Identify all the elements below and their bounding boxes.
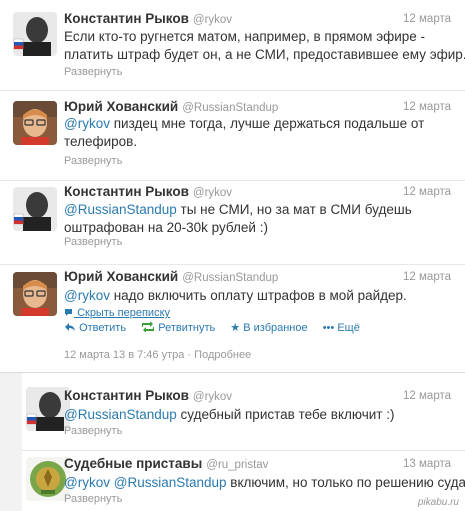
mention-link[interactable]: @RussianStandup <box>114 475 227 490</box>
tweet-text: @RussianStandup судебный пристав тебе вк… <box>64 407 395 422</box>
tweet-date[interactable]: 12 марта <box>403 390 451 402</box>
author-name[interactable]: Судебные приставы @ru_pristav <box>64 456 268 471</box>
tweet-4[interactable]: Юрий Хованский @RussianStandup 12 марта @… <box>0 265 465 373</box>
author-name[interactable]: Юрий Хованский @RussianStandup <box>64 269 278 284</box>
author-name[interactable]: Юрий Хованский @RussianStandup <box>64 99 278 114</box>
tweet-text: @rykov надо включить оплату штрафов в мо… <box>64 288 407 303</box>
more-button[interactable]: ••• Ещё <box>323 322 360 334</box>
tweet-text: Если кто-то ругнется матом, например, в … <box>64 29 465 62</box>
conversation-icon <box>65 309 72 316</box>
favorite-button[interactable]: ★ В избранное <box>230 322 307 334</box>
mention-link[interactable]: @RussianStandup <box>64 202 177 217</box>
author-handle[interactable]: @RussianStandup <box>182 272 278 284</box>
tweet-date[interactable]: 12 марта <box>403 271 451 283</box>
tweet-date[interactable]: 12 марта <box>403 13 451 25</box>
mention-link[interactable]: @rykov <box>64 475 110 490</box>
tweet-timestamp[interactable]: 12 марта 13 в 7:46 утра <box>64 349 184 361</box>
author-handle[interactable]: @rykov <box>193 187 232 199</box>
tweet-date[interactable]: 12 марта <box>403 186 451 198</box>
more-icon: ••• <box>322 322 335 334</box>
tweet-5[interactable]: Константин Рыков @rykov 12 марта @Russian… <box>22 373 465 451</box>
mention-link[interactable]: @rykov <box>64 288 110 303</box>
reply-icon <box>65 323 75 331</box>
tweet-text: @rykov @RussianStandup включим, но тольк… <box>64 475 465 490</box>
avatar[interactable] <box>13 187 57 231</box>
reply-thread-rail <box>0 373 22 511</box>
author-name[interactable]: Константин Рыков @rykov <box>64 388 232 403</box>
expand-link[interactable]: Развернуть <box>64 493 122 505</box>
tweet-date[interactable]: 12 марта <box>403 101 451 113</box>
mention-link[interactable]: @RussianStandup <box>64 407 177 422</box>
author-handle[interactable]: @ru_pristav <box>206 459 268 471</box>
tweet-date[interactable]: 13 марта <box>403 458 451 470</box>
author-handle[interactable]: @rykov <box>193 14 232 26</box>
expand-link[interactable]: Развернуть <box>64 425 122 437</box>
tweet-1[interactable]: Константин Рыков @rykov 12 марта Если кто… <box>0 0 465 91</box>
tweet-meta: 12 марта 13 в 7:46 утра · Подробнее <box>64 349 252 361</box>
author-name[interactable]: Константин Рыков @rykov <box>64 184 232 199</box>
expand-link[interactable]: Развернуть <box>64 155 122 167</box>
expand-link[interactable]: Развернуть <box>64 236 122 248</box>
author-name[interactable]: Константин Рыков @rykov <box>64 11 232 26</box>
tweet-actions: Ответить Ретвитнуть ★ В избранное ••• Ещ… <box>64 321 372 334</box>
tweet-2[interactable]: Юрий Хованский @RussianStandup 12 марта @… <box>0 91 465 181</box>
retweet-icon <box>142 321 155 333</box>
hide-conversation-link[interactable]: Скрыть переписку <box>64 307 170 319</box>
details-link[interactable]: Подробнее <box>194 349 251 361</box>
author-handle[interactable]: @RussianStandup <box>182 102 278 114</box>
reply-button[interactable]: Ответить <box>64 322 126 334</box>
tweet-6[interactable]: Судебные приставы @ru_pristav 13 марта @r… <box>22 451 465 511</box>
author-handle[interactable]: @rykov <box>193 391 232 403</box>
retweet-button[interactable]: Ретвитнуть <box>141 321 215 334</box>
star-icon: ★ <box>230 322 241 334</box>
expand-link[interactable]: Развернуть <box>64 66 122 78</box>
watermark: pikabu.ru <box>417 497 459 508</box>
avatar[interactable] <box>13 101 57 145</box>
tweet-text: @RussianStandup ты не СМИ, но за мат в С… <box>64 202 412 235</box>
avatar[interactable] <box>13 12 57 56</box>
tweet-text: @rykov пиздец мне тогда, лучше держаться… <box>64 116 425 149</box>
tweet-3[interactable]: Константин Рыков @rykov 12 марта @Russian… <box>0 181 465 265</box>
avatar[interactable] <box>13 272 57 316</box>
mention-link[interactable]: @rykov <box>64 116 110 131</box>
